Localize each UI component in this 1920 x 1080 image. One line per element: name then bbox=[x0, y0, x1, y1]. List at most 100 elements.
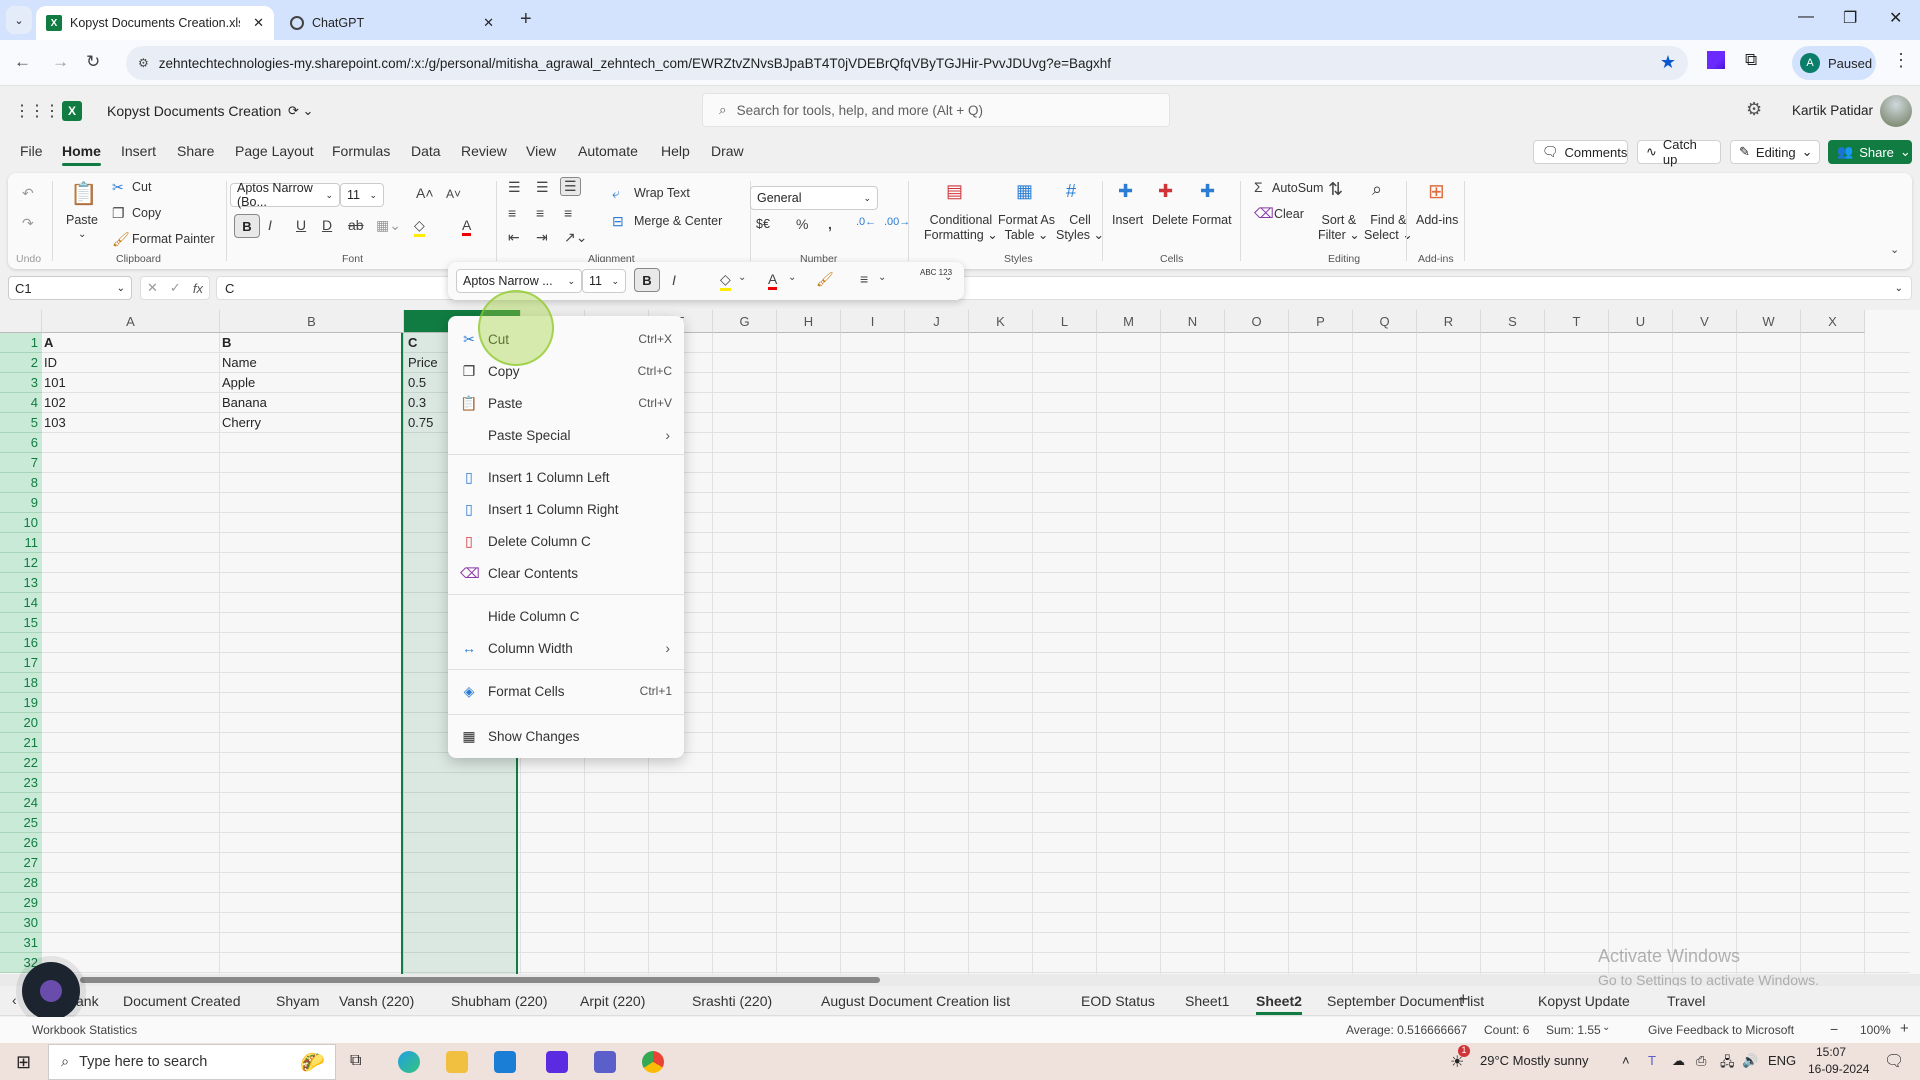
taskbar-search-input[interactable]: ⌕ Type here to search 🌮 bbox=[48, 1044, 336, 1080]
fill-color-icon[interactable]: ◇ bbox=[414, 217, 425, 237]
editing-mode-button[interactable]: ✎ Editing ⌄ bbox=[1730, 140, 1820, 164]
workbook-statistics[interactable]: Workbook Statistics bbox=[32, 1023, 137, 1037]
menu-item-column-width[interactable]: ↔ Column Width › bbox=[448, 635, 684, 661]
font-name-select[interactable]: Aptos Narrow (Bo... ⌄ bbox=[230, 181, 340, 209]
settings-gear-icon[interactable]: ⚙ bbox=[1746, 99, 1762, 120]
site-info-icon[interactable]: ⚙ bbox=[138, 56, 149, 70]
cell-styles-button[interactable]: Cell Styles ⌄ bbox=[1056, 213, 1104, 242]
reload-icon[interactable]: ↻ bbox=[86, 52, 100, 72]
paste-button[interactable]: Paste bbox=[66, 213, 98, 227]
chevron-down-icon[interactable]: ⌄ bbox=[944, 272, 952, 283]
italic-button[interactable]: I bbox=[268, 217, 272, 233]
cell-c4[interactable]: 0.3 bbox=[406, 393, 426, 413]
browser-tab-excel[interactable]: X Kopyst Documents Creation.xlsx ✕ bbox=[36, 6, 274, 40]
comments-button[interactable]: 🗨 Comments bbox=[1533, 140, 1628, 164]
sheet-tab[interactable]: Srashti (220) bbox=[692, 993, 772, 1009]
row-header-5[interactable]: 5 bbox=[0, 413, 42, 433]
forward-icon[interactable]: → bbox=[52, 52, 69, 72]
align-right-icon[interactable]: ≡ bbox=[564, 205, 572, 221]
tab-file[interactable]: File bbox=[20, 143, 43, 159]
close-tab-icon[interactable]: ✕ bbox=[483, 15, 494, 31]
column-header-w[interactable]: W bbox=[1737, 310, 1801, 333]
clock-date[interactable]: 16-09-2024 bbox=[1808, 1062, 1869, 1076]
column-header-j[interactable]: J bbox=[905, 310, 969, 333]
chevron-down-icon[interactable]: ⌄ bbox=[788, 272, 796, 283]
insert-cells-button[interactable]: Insert bbox=[1112, 213, 1143, 227]
row-header-1[interactable]: 1 bbox=[0, 333, 42, 353]
cell-a1[interactable]: A bbox=[42, 333, 53, 353]
menu-item-show-changes[interactable]: ▦ Show Changes bbox=[448, 723, 684, 749]
tab-insert[interactable]: Insert bbox=[121, 143, 156, 159]
column-header-u[interactable]: U bbox=[1609, 310, 1673, 333]
feedback-link[interactable]: Give Feedback to Microsoft bbox=[1648, 1023, 1794, 1037]
sheet-tab[interactable]: Vansh (220) bbox=[339, 993, 414, 1009]
row-header-23[interactable]: 23 bbox=[0, 773, 42, 793]
extensions-puzzle-icon[interactable]: ⧉ bbox=[1745, 50, 1757, 70]
tab-page-layout[interactable]: Page Layout bbox=[235, 143, 314, 159]
meet-now-icon[interactable]: ⎙ bbox=[1696, 1053, 1706, 1069]
clock-time[interactable]: 15:07 bbox=[1816, 1045, 1846, 1059]
bookmark-star-icon[interactable]: ★ bbox=[1660, 52, 1676, 73]
column-header-r[interactable]: R bbox=[1417, 310, 1481, 333]
row-header-3[interactable]: 3 bbox=[0, 373, 42, 393]
url-input[interactable]: ⚙ zehntechtechnologies-my.sharepoint.com… bbox=[126, 46, 1688, 80]
screen-recorder-button[interactable] bbox=[22, 962, 80, 1020]
cell-c5[interactable]: 0.75 bbox=[406, 413, 433, 433]
tab-automate[interactable]: Automate bbox=[578, 143, 638, 159]
double-underline-button[interactable]: D bbox=[322, 217, 332, 233]
back-icon[interactable]: ← bbox=[14, 52, 31, 72]
undo-icon[interactable]: ↶ bbox=[22, 185, 34, 202]
row-header-14[interactable]: 14 bbox=[0, 593, 42, 613]
decrease-font-icon[interactable]: A˅ bbox=[446, 187, 461, 201]
cell-b3[interactable]: Apple bbox=[220, 373, 255, 393]
spreadsheet-grid[interactable]: ABCDEFGHIJKLMNOPQRSTUVWX 123456789101112… bbox=[0, 310, 1920, 974]
align-middle-icon[interactable]: ☰ bbox=[536, 179, 549, 196]
row-header-21[interactable]: 21 bbox=[0, 733, 42, 753]
tab-help[interactable]: Help bbox=[661, 143, 690, 159]
mail-icon[interactable] bbox=[494, 1051, 516, 1073]
file-explorer-icon[interactable] bbox=[446, 1051, 468, 1073]
mini-bold-button[interactable]: B bbox=[634, 268, 660, 292]
row-header-25[interactable]: 25 bbox=[0, 813, 42, 833]
column-header-x[interactable]: X bbox=[1801, 310, 1865, 333]
menu-item-hide-column[interactable]: Hide Column C bbox=[448, 603, 684, 629]
increase-decimal-icon[interactable]: .0← bbox=[856, 216, 876, 228]
task-view-icon[interactable]: ⧉ bbox=[350, 1052, 361, 1070]
column-header-q[interactable]: Q bbox=[1353, 310, 1417, 333]
row-header-12[interactable]: 12 bbox=[0, 553, 42, 573]
row-header-29[interactable]: 29 bbox=[0, 893, 42, 913]
font-size-select[interactable]: 11 ⌄ bbox=[340, 183, 384, 207]
copy-button[interactable]: Copy bbox=[132, 206, 161, 220]
tab-formulas[interactable]: Formulas bbox=[332, 143, 390, 159]
align-left-icon[interactable]: ≡ bbox=[508, 205, 516, 221]
column-header-b[interactable]: B bbox=[220, 310, 404, 333]
decrease-decimal-icon[interactable]: .00→ bbox=[884, 216, 910, 228]
align-top-icon[interactable]: ☰ bbox=[508, 179, 521, 196]
confirm-icon[interactable]: ✓ bbox=[170, 280, 181, 296]
row-header-22[interactable]: 22 bbox=[0, 753, 42, 773]
teams-icon[interactable] bbox=[594, 1051, 616, 1073]
notifications-icon[interactable]: 🗨 bbox=[1884, 1051, 1904, 1071]
align-center-icon[interactable]: ≡ bbox=[536, 205, 544, 221]
row-header-18[interactable]: 18 bbox=[0, 673, 42, 693]
excel-logo-icon[interactable]: X bbox=[62, 101, 82, 121]
format-cells-button[interactable]: Format bbox=[1192, 213, 1232, 227]
row-header-4[interactable]: 4 bbox=[0, 393, 42, 413]
menu-item-clear-contents[interactable]: ⌫ Clear Contents bbox=[448, 560, 684, 586]
row-header-26[interactable]: 26 bbox=[0, 833, 42, 853]
row-header-27[interactable]: 27 bbox=[0, 853, 42, 873]
sheet-tab[interactable]: Shubham (220) bbox=[451, 993, 548, 1009]
tab-share[interactable]: Share bbox=[177, 143, 214, 159]
delete-cells-button[interactable]: Delete bbox=[1152, 213, 1188, 227]
edge-icon[interactable] bbox=[398, 1051, 420, 1073]
profile-button[interactable]: A Paused bbox=[1792, 46, 1876, 80]
decrease-indent-icon[interactable]: ⇤ bbox=[508, 229, 520, 246]
row-header-16[interactable]: 16 bbox=[0, 633, 42, 653]
redo-icon[interactable]: ↷ bbox=[22, 215, 34, 232]
document-title[interactable]: Kopyst Documents Creation bbox=[107, 103, 281, 119]
increase-font-icon[interactable]: A˄ bbox=[416, 185, 434, 201]
extension-icon[interactable] bbox=[1707, 51, 1725, 69]
chevron-down-icon[interactable]: ⌄ bbox=[738, 272, 746, 283]
row-header-17[interactable]: 17 bbox=[0, 653, 42, 673]
tab-home[interactable]: Home bbox=[62, 143, 101, 166]
